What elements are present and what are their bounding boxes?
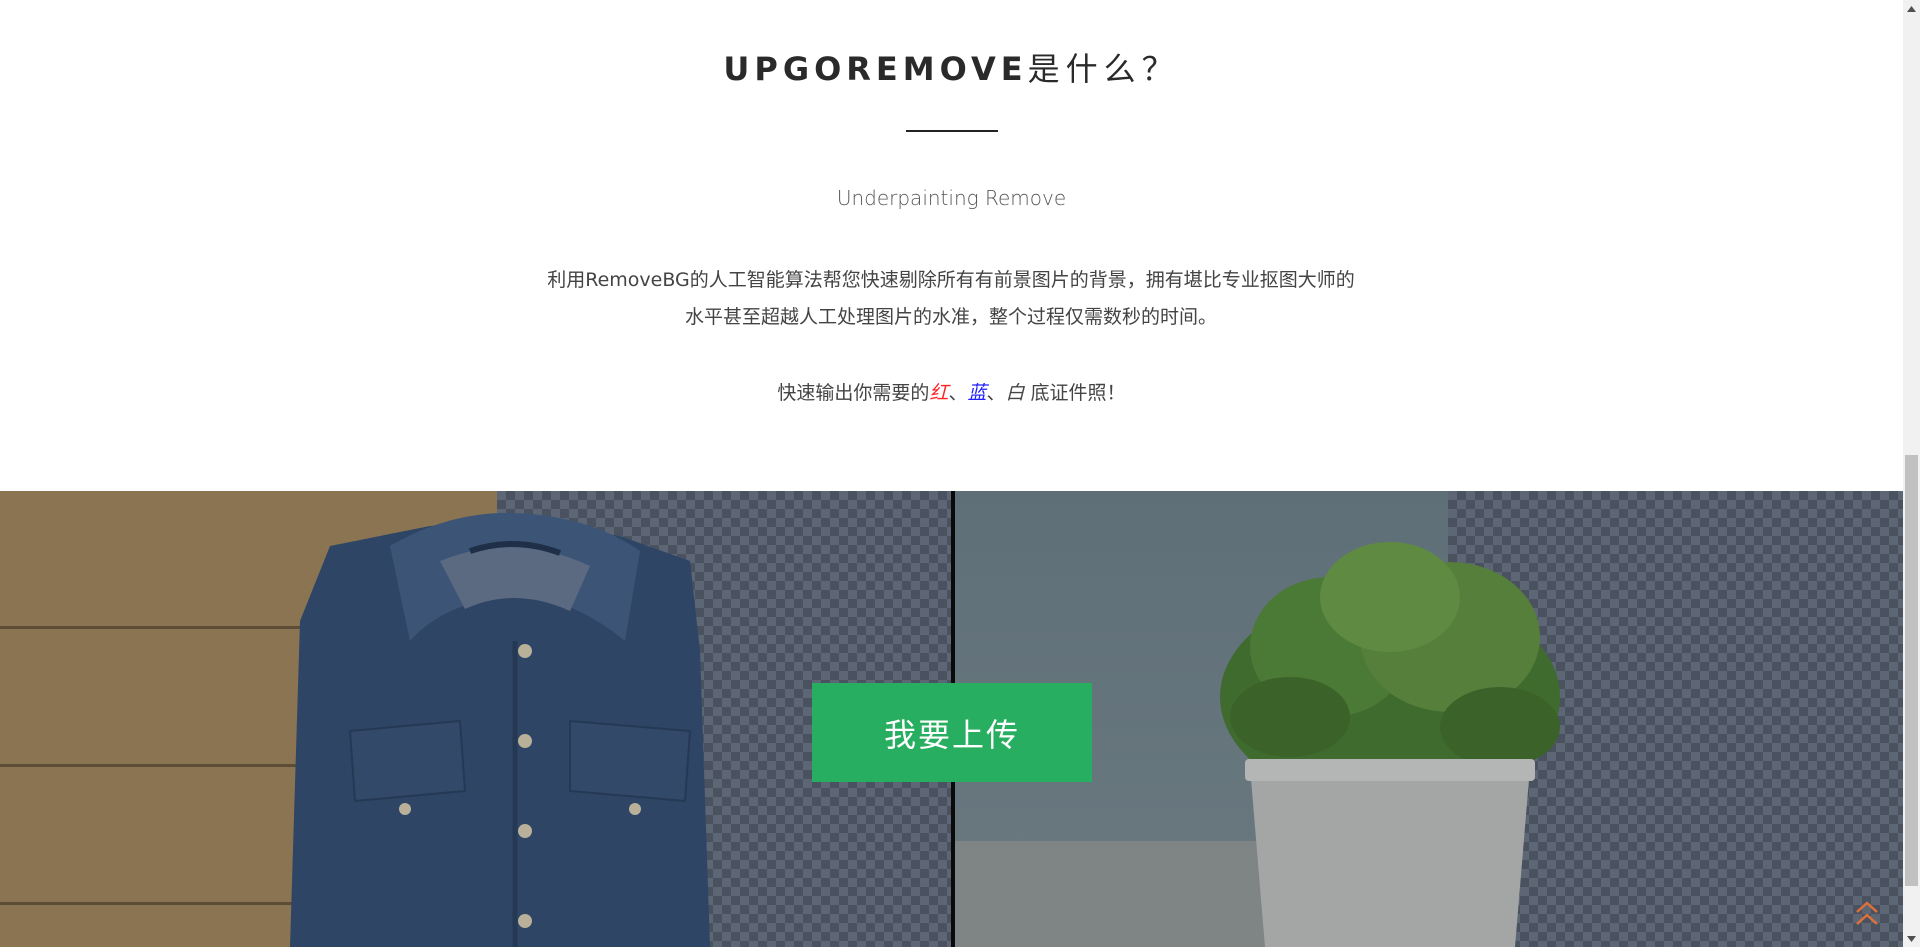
upload-button[interactable]: 我要上传 — [812, 683, 1092, 782]
heading-suffix: 是什么？ — [1027, 50, 1180, 88]
intro-section: UPGOREMOVE是什么？ Underpainting Remove 利用Re… — [0, 0, 1903, 491]
tagline-red: 红 — [929, 382, 949, 404]
tagline-suffix: 底证件照！ — [1024, 382, 1126, 404]
back-to-top-button[interactable] — [1854, 898, 1880, 930]
tagline-sep-1: 、 — [948, 382, 968, 404]
potted-plant-image — [1220, 542, 1560, 947]
scroll-down-arrow-icon[interactable] — [1903, 930, 1920, 947]
demo-panel-plant — [955, 491, 1903, 947]
scroll-up-arrow-icon[interactable] — [1903, 0, 1920, 17]
heading-brand: UPGOREMOVE — [723, 50, 1028, 88]
tagline-blue: 蓝 — [967, 382, 987, 404]
tagline-sep-2: 、 — [986, 382, 1006, 404]
tagline-white: 白 — [1005, 382, 1025, 404]
denim-shirt-image — [290, 512, 710, 947]
vertical-scrollbar[interactable] — [1903, 0, 1920, 947]
section-heading: UPGOREMOVE是什么？ — [0, 44, 1903, 90]
hero-section: 我要上传 — [0, 491, 1903, 947]
demo-panel-shirt — [0, 491, 951, 947]
page: UPGOREMOVE是什么？ Underpainting Remove 利用Re… — [0, 0, 1903, 947]
heading-divider — [906, 130, 998, 132]
section-description: 利用RemoveBG的人工智能算法帮您快速剔除所有有前景图片的背景，拥有堪比专业… — [547, 269, 1355, 328]
tagline: 快速输出你需要的红、蓝、白 底证件照！ — [0, 378, 1903, 405]
double-chevron-up-icon — [1856, 901, 1878, 925]
tagline-prefix: 快速输出你需要的 — [777, 382, 930, 404]
scrollbar-thumb[interactable] — [1905, 455, 1918, 886]
section-subtitle: Underpainting Remove — [836, 186, 1067, 210]
